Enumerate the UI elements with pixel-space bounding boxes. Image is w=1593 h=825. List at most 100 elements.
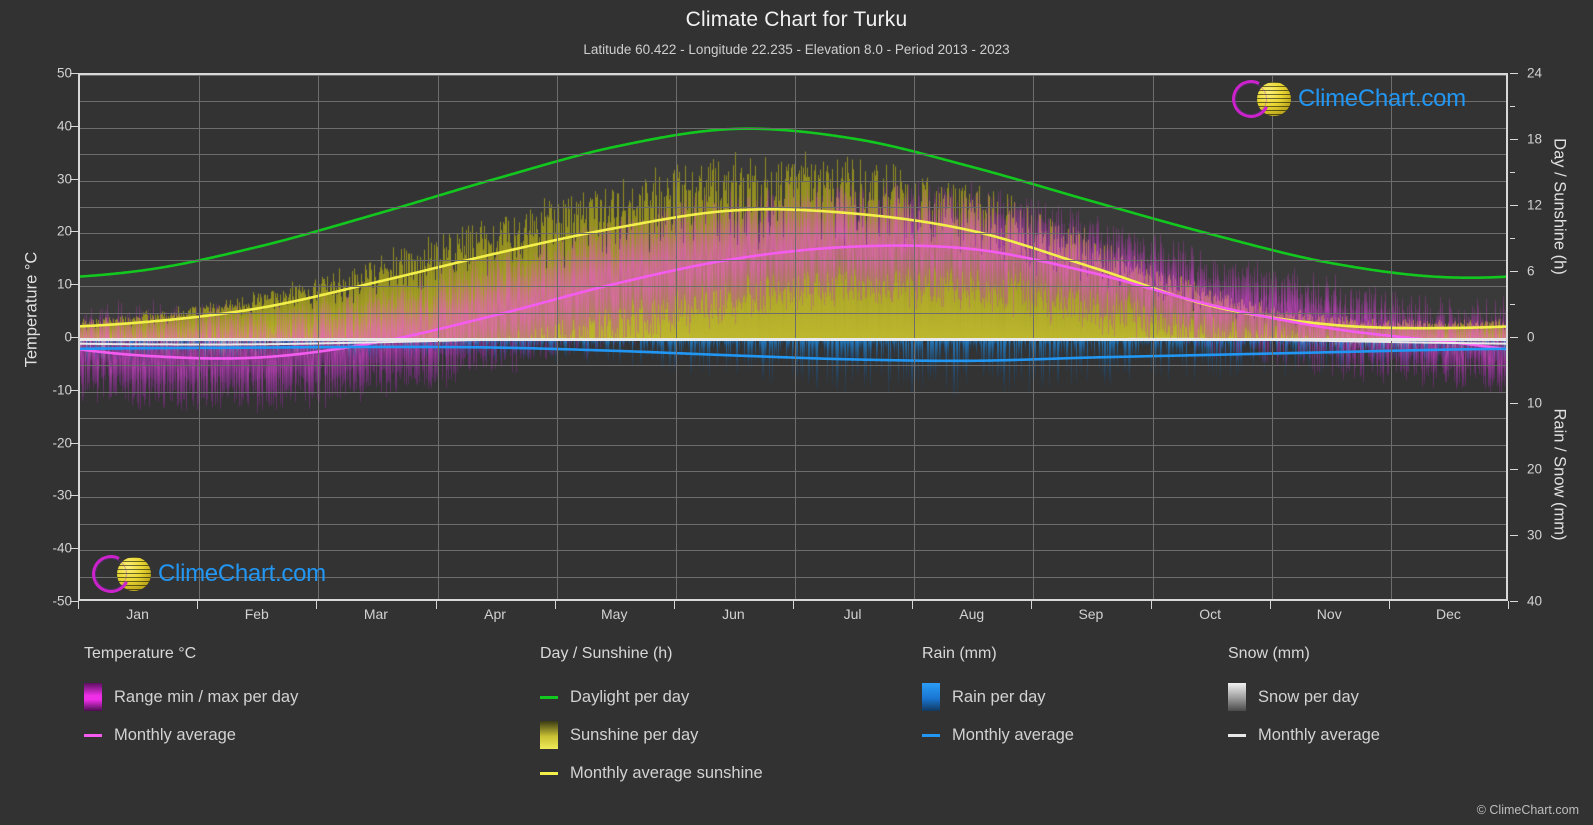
gridline-horizontal (80, 180, 1506, 182)
legend-item-label: Range min / max per day (114, 687, 299, 706)
x-axis-tick-label-jul: Jul (843, 606, 862, 622)
y-axis-tick-label-left: 50 (56, 65, 72, 81)
y-axis-tickmark-right (1510, 271, 1518, 272)
sunshine-average-curve (80, 208, 1506, 330)
x-axis-tickmark (316, 601, 317, 609)
y-axis-tickmark-left (70, 231, 78, 233)
chart-legend: Temperature °C Range min / max per day Mon… (0, 645, 1593, 825)
gridline-horizontal (80, 365, 1506, 367)
legend-item[interactable]: Range min / max per day (84, 678, 298, 716)
legend-item[interactable]: Monthly average (1228, 716, 1380, 754)
x-axis-tickmark (1151, 601, 1152, 609)
x-axis-tick-label-jan: Jan (126, 606, 149, 622)
y-axis-tickmark-right-minor (1510, 304, 1515, 305)
gridline-horizontal (80, 471, 1506, 472)
gridline-vertical (676, 75, 677, 599)
logo-text: ClimeChart.com (158, 560, 326, 587)
x-axis-tickmark (555, 601, 556, 609)
x-axis-tickmark (1508, 601, 1509, 609)
gridline-horizontal (80, 497, 1506, 499)
gridline-horizontal (80, 259, 1506, 261)
legend-item-label: Snow per day (1258, 687, 1359, 706)
y-axis-tickmark-right-minor (1510, 172, 1515, 173)
legend-item[interactable]: Daylight per day (540, 678, 763, 716)
y-axis-tickmark-right (1510, 601, 1518, 602)
y-axis-tickmark-right-minor (1510, 238, 1515, 239)
legend-item[interactable]: Rain per day (922, 678, 1074, 716)
gridline-horizontal (80, 286, 1506, 288)
y-axis-tickmark-right (1510, 469, 1518, 470)
gridline-vertical (1153, 75, 1154, 599)
chart-plot-area (78, 73, 1508, 601)
legend-item[interactable]: Snow per day (1228, 678, 1380, 716)
y-axis-tickmark-left (70, 178, 78, 180)
y-axis-tickmark-left (70, 125, 78, 127)
y-axis-tick-label-left: 40 (56, 118, 72, 134)
gridline-vertical (1033, 75, 1034, 599)
x-axis-tickmark (1031, 601, 1032, 609)
y-axis-tickmark-right (1510, 535, 1518, 536)
gridline-horizontal (80, 391, 1506, 393)
legend-item-label: Daylight per day (570, 687, 690, 706)
legend-item-label: Rain per day (952, 687, 1046, 706)
x-axis-tick-label-oct: Oct (1199, 606, 1221, 622)
gridline-horizontal (80, 312, 1506, 314)
gridline-horizontal (80, 550, 1506, 552)
legend-line-icon (540, 771, 558, 775)
y-axis-tick-label-left: -50 (52, 593, 72, 609)
y-axis-tick-label-left: -40 (52, 540, 72, 556)
y-axis-tickmark-left (70, 73, 78, 74)
x-axis-tick-label-dec: Dec (1435, 606, 1461, 622)
gridline-vertical (438, 75, 439, 599)
y-axis-tickmark-left (70, 389, 78, 391)
gridline-vertical (1391, 75, 1392, 599)
gridline-vertical (557, 75, 558, 599)
gridline-horizontal (80, 523, 1506, 525)
legend-line-icon (84, 733, 102, 737)
y-axis-tickmark-right (1510, 73, 1518, 74)
y-axis-tick-label-left: -30 (52, 487, 72, 503)
x-axis-tick-label-aug: Aug (959, 606, 985, 622)
x-axis-tickmark (674, 601, 675, 609)
y-axis-tick-label-left: -10 (52, 382, 72, 398)
x-axis-tick-label-may: May (601, 606, 628, 622)
legend-group-title: Day / Sunshine (h) (540, 645, 673, 662)
y-axis-tickmark-left (70, 442, 78, 444)
watermark-logo-top: ClimeChart.com (1227, 75, 1466, 123)
legend-group-title: Temperature °C (84, 645, 197, 662)
y-axis-tick-label-left: 10 (56, 276, 72, 292)
y-axis-tickmark-right (1510, 139, 1518, 140)
gridline-horizontal (80, 207, 1506, 208)
legend-group-title: Snow (mm) (1228, 645, 1310, 662)
gridline-horizontal (80, 75, 1506, 76)
y-axis-tickmark-right-minor (1510, 106, 1515, 107)
zero-line (80, 338, 1506, 341)
legend-column-rain-mm: Rain (mm) Rain per day Monthly average (922, 645, 1074, 754)
x-axis-tickmark (78, 601, 79, 609)
gridline-horizontal (80, 233, 1506, 235)
x-axis-tick-label-mar: Mar (363, 606, 388, 622)
x-axis-tickmark (197, 601, 198, 609)
y-axis-tickmark-left (70, 495, 78, 497)
legend-item[interactable]: Monthly average (84, 716, 298, 754)
x-axis-tick-label-sep: Sep (1078, 606, 1104, 622)
legend-item[interactable]: Monthly average (922, 716, 1074, 754)
y-axis-tickmark-left (70, 337, 78, 338)
x-axis-tick-label-feb: Feb (244, 606, 269, 622)
gridline-horizontal (80, 418, 1506, 420)
copyright-notice: © ClimeChart.com (1476, 803, 1579, 817)
legend-line-icon (1228, 733, 1246, 737)
legend-item-label: Monthly average sunshine (570, 763, 763, 782)
logo-text: ClimeChart.com (1298, 85, 1466, 112)
legend-item[interactable]: Monthly average sunshine (540, 754, 763, 792)
x-axis-tick-label-nov: Nov (1316, 606, 1342, 622)
legend-column-snow-mm: Snow (mm) Snow per day Monthly average (1228, 645, 1380, 754)
gridline-horizontal (80, 154, 1506, 156)
legend-swatch-icon (1228, 683, 1246, 711)
gridline-vertical (914, 75, 915, 599)
legend-item[interactable]: Sunshine per day (540, 716, 763, 754)
legend-item-label: Monthly average (1258, 725, 1380, 744)
legend-group-title: Rain (mm) (922, 645, 997, 662)
x-axis-tick-label-jun: Jun (722, 606, 745, 622)
x-axis-tickmark (912, 601, 913, 609)
